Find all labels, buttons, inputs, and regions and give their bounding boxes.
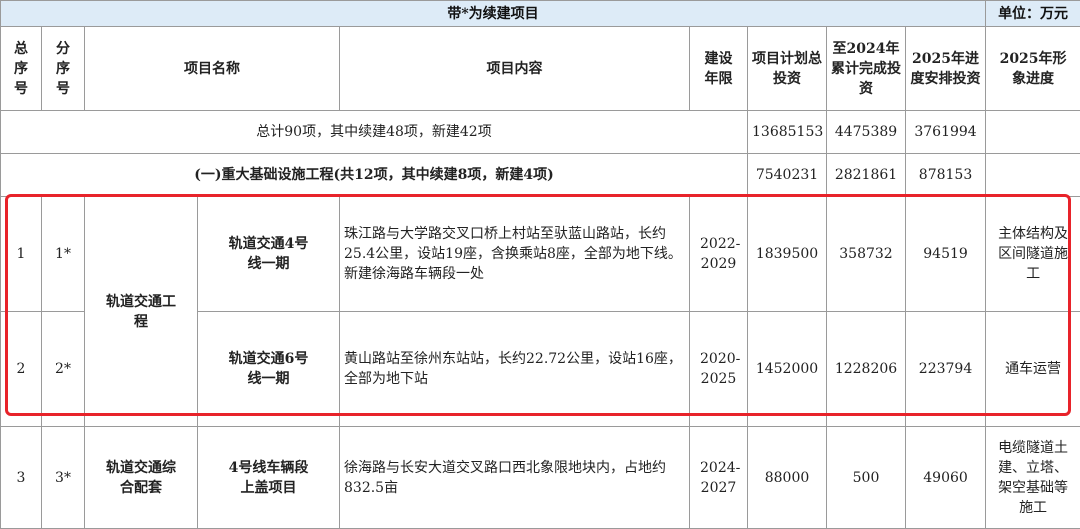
summary-progress [986,111,1080,154]
row-no: 3 [1,427,42,529]
section-cumulative: 2821861 [827,154,906,197]
row-content: 徐海路与长安大道交叉路口西北象限地块内，占地约832.5亩 [340,427,690,529]
row-period: 2020-2025 [690,312,748,427]
summary-plan: 13685153 [748,111,827,154]
table-row: 1 1* 轨道交通工程 轨道交通4号线一期 珠江路与大学路交叉口桥上村站至驮蓝山… [1,197,1080,312]
table-row: 3 3* 轨道交通综合配套 4号线车辆段上盖项目 徐海路与长安大道交叉路口西北象… [1,427,1080,529]
col-name: 项目名称 [85,27,340,111]
col-cumulative: 至2024年累计完成投资 [827,27,906,111]
summary-cumulative: 4475389 [827,111,906,154]
row-progress: 电缆隧道土建、立塔、架空基础等施工 [986,427,1080,529]
row-arranged: 49060 [906,427,986,529]
col-total-no: 总序号 [1,27,42,111]
row-cumulative: 500 [827,427,906,529]
summary-arranged: 3761994 [906,111,986,154]
col-content: 项目内容 [340,27,690,111]
section-plan: 7540231 [748,154,827,197]
section-arranged: 878153 [906,154,986,197]
row-sub-no: 2* [42,312,85,427]
summary-label: 总计90项，其中续建48项，新建42项 [1,111,748,154]
row-sub-no: 1* [42,197,85,312]
row-name: 轨道交通6号线一期 [198,312,340,427]
row-cumulative: 358732 [827,197,906,312]
col-plan: 项目计划总投资 [748,27,827,111]
section-progress [986,154,1080,197]
row-sub-no: 3* [42,427,85,529]
row-name: 4号线车辆段上盖项目 [198,427,340,529]
row-progress: 主体结构及区间隧道施工 [986,197,1080,312]
unit-label: 单位：万元 [986,1,1080,27]
row-plan: 1452000 [748,312,827,427]
col-sub-no: 分序号 [42,27,85,111]
col-period: 建设年限 [690,27,748,111]
col-arranged: 2025年进度安排投资 [906,27,986,111]
row-arranged: 223794 [906,312,986,427]
row-content: 黄山路站至徐州东站站，长约22.72公里，设站16座，全部为地下站 [340,312,690,427]
section-row: (一)重大基础设施工程(共12项，其中续建8项，新建4项) 7540231 28… [1,154,1080,197]
title-row: 带*为续建项目 单位：万元 [1,1,1080,27]
row-name: 轨道交通4号线一期 [198,197,340,312]
summary-row: 总计90项，其中续建48项，新建42项 13685153 4475389 376… [1,111,1080,154]
row-group: 轨道交通工程 [85,197,198,427]
row-period: 2022-2029 [690,197,748,312]
row-period: 2024-2027 [690,427,748,529]
row-cumulative: 1228206 [827,312,906,427]
column-header-row: 总序号 分序号 项目名称 项目内容 建设年限 项目计划总投资 至2024年累计完… [1,27,1080,111]
table-title: 带*为续建项目 [1,1,986,27]
investment-table: 带*为续建项目 单位：万元 总序号 分序号 项目名称 项目内容 建设年限 项目计… [0,0,1080,529]
col-progress: 2025年形象进度 [986,27,1080,111]
row-plan: 1839500 [748,197,827,312]
row-progress: 通车运营 [986,312,1080,427]
row-group: 轨道交通综合配套 [85,427,198,529]
row-no: 2 [1,312,42,427]
row-arranged: 94519 [906,197,986,312]
section-label: (一)重大基础设施工程(共12项，其中续建8项，新建4项) [1,154,748,197]
row-plan: 88000 [748,427,827,529]
row-no: 1 [1,197,42,312]
row-content: 珠江路与大学路交叉口桥上村站至驮蓝山路站，长约25.4公里，设站19座，含换乘站… [340,197,690,312]
